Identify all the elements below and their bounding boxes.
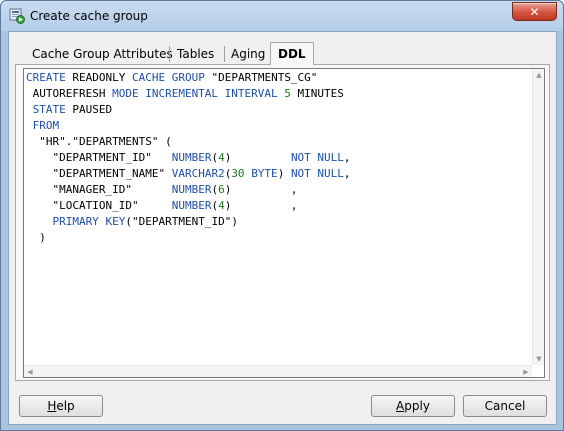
ddl-number: 30	[231, 167, 245, 180]
tab-separator	[169, 46, 170, 62]
ddl-text: PAUSED	[65, 103, 113, 116]
ddl-line: FROM	[26, 118, 531, 134]
ddl-text: )	[277, 167, 291, 180]
ddl-keyword: NUMBER	[171, 199, 212, 212]
scroll-left-icon[interactable]: ◀	[24, 366, 36, 378]
tab-tables[interactable]: Tables	[177, 44, 214, 64]
dialog-window: Create cache group ✕ Cache Group Attribu…	[0, 0, 564, 431]
help-button[interactable]: Help	[19, 395, 103, 417]
ddl-line: "MANAGER_ID" NUMBER(6) ,	[26, 182, 531, 198]
close-button[interactable]: ✕	[512, 2, 557, 21]
ddl-text: ) ,	[224, 183, 298, 196]
ddl-keyword: CACHE GROUP	[131, 71, 205, 84]
ddl-number: 4	[218, 199, 225, 212]
ddl-line: "DEPARTMENT_ID" NUMBER(4) NOT NULL,	[26, 150, 531, 166]
ddl-keyword: NUMBER	[171, 151, 212, 164]
tab-cache-group-attributes[interactable]: Cache Group Attributes	[32, 44, 173, 64]
ddl-keyword: CREATE	[26, 71, 66, 84]
tab-ddl[interactable]: DDL	[270, 42, 314, 65]
title-bar[interactable]: Create cache group ✕	[1, 1, 563, 31]
help-label-rest: elp	[56, 399, 75, 413]
ddl-text: READONLY	[65, 71, 132, 84]
close-icon: ✕	[529, 4, 540, 19]
ddl-number: 5	[284, 87, 291, 100]
ddl-line: )	[26, 230, 531, 246]
tab-separator	[224, 46, 225, 62]
ddl-text: ("DEPARTMENT_ID")	[125, 215, 238, 228]
ddl-text	[26, 103, 33, 116]
scroll-down-icon[interactable]: ▼	[533, 353, 545, 365]
ddl-line: STATE PAUSED	[26, 102, 531, 118]
ddl-keyword: STATE	[32, 103, 66, 116]
ddl-line: "LOCATION_ID" NUMBER(4) ,	[26, 198, 531, 214]
ddl-code[interactable]: CREATE READONLY CACHE GROUP "DEPARTMENTS…	[26, 70, 531, 363]
ddl-text	[26, 215, 53, 228]
ddl-keyword: FROM	[32, 119, 60, 132]
ddl-text: )	[224, 151, 291, 164]
ddl-number: 4	[218, 151, 225, 164]
ddl-number: 6	[218, 183, 225, 196]
ddl-text: AUTOREFRESH	[26, 87, 113, 100]
horizontal-scrollbar[interactable]: ◀ ▶	[24, 365, 532, 377]
ddl-text	[26, 119, 33, 132]
ddl-line: CREATE READONLY CACHE GROUP "DEPARTMENTS…	[26, 70, 531, 86]
ddl-text: ,	[343, 151, 351, 164]
ddl-keyword: VARCHAR2	[171, 167, 225, 180]
ddl-keyword: NOT NULL	[290, 151, 344, 164]
ddl-text: ) ,	[224, 199, 298, 212]
apply-button[interactable]: Apply	[371, 395, 455, 417]
ddl-keyword: PRIMARY KEY	[52, 215, 126, 228]
help-mnemonic: H	[47, 399, 57, 413]
ddl-line: "HR"."DEPARTMENTS" (	[26, 134, 531, 150]
ddl-text: "HR"."DEPARTMENTS" (	[26, 135, 172, 148]
dialog-body: Cache Group Attributes Tables Aging DDL …	[8, 31, 557, 425]
ddl-text: "DEPARTMENT_NAME"	[26, 167, 172, 180]
ddl-text: "LOCATION_ID"	[26, 199, 172, 212]
cancel-button[interactable]: Cancel	[463, 395, 547, 417]
apply-label-rest: pply	[404, 399, 430, 413]
tab-aging[interactable]: Aging	[231, 44, 265, 64]
ddl-text: "DEPARTMENT_ID"	[26, 151, 172, 164]
ddl-keyword: BYTE	[251, 167, 278, 180]
ddl-keyword: NOT NULL	[290, 167, 344, 180]
vertical-scrollbar[interactable]: ▲ ▼	[532, 69, 544, 365]
ddl-text: "DEPARTMENTS_CG"	[204, 71, 318, 84]
scroll-up-icon[interactable]: ▲	[533, 69, 545, 81]
ddl-line: AUTOREFRESH MODE INCREMENTAL INTERVAL 5 …	[26, 86, 531, 102]
ddl-tab-panel: CREATE READONLY CACHE GROUP "DEPARTMENTS…	[15, 64, 550, 381]
ddl-keyword: NUMBER	[171, 183, 212, 196]
ddl-text: )	[26, 231, 46, 244]
ddl-line: PRIMARY KEY("DEPARTMENT_ID")	[26, 214, 531, 230]
ddl-text: MINUTES	[290, 87, 344, 100]
ddl-keyword: MODE INCREMENTAL INTERVAL	[112, 87, 278, 100]
ddl-text: ,	[343, 167, 351, 180]
scroll-right-icon[interactable]: ▶	[520, 366, 532, 378]
ddl-text: "MANAGER_ID"	[26, 183, 172, 196]
ddl-editor[interactable]: CREATE READONLY CACHE GROUP "DEPARTMENTS…	[23, 68, 545, 378]
window-title: Create cache group	[30, 9, 148, 23]
ddl-line: "DEPARTMENT_NAME" VARCHAR2(30 BYTE) NOT …	[26, 166, 531, 182]
cache-group-window-icon	[9, 8, 25, 24]
